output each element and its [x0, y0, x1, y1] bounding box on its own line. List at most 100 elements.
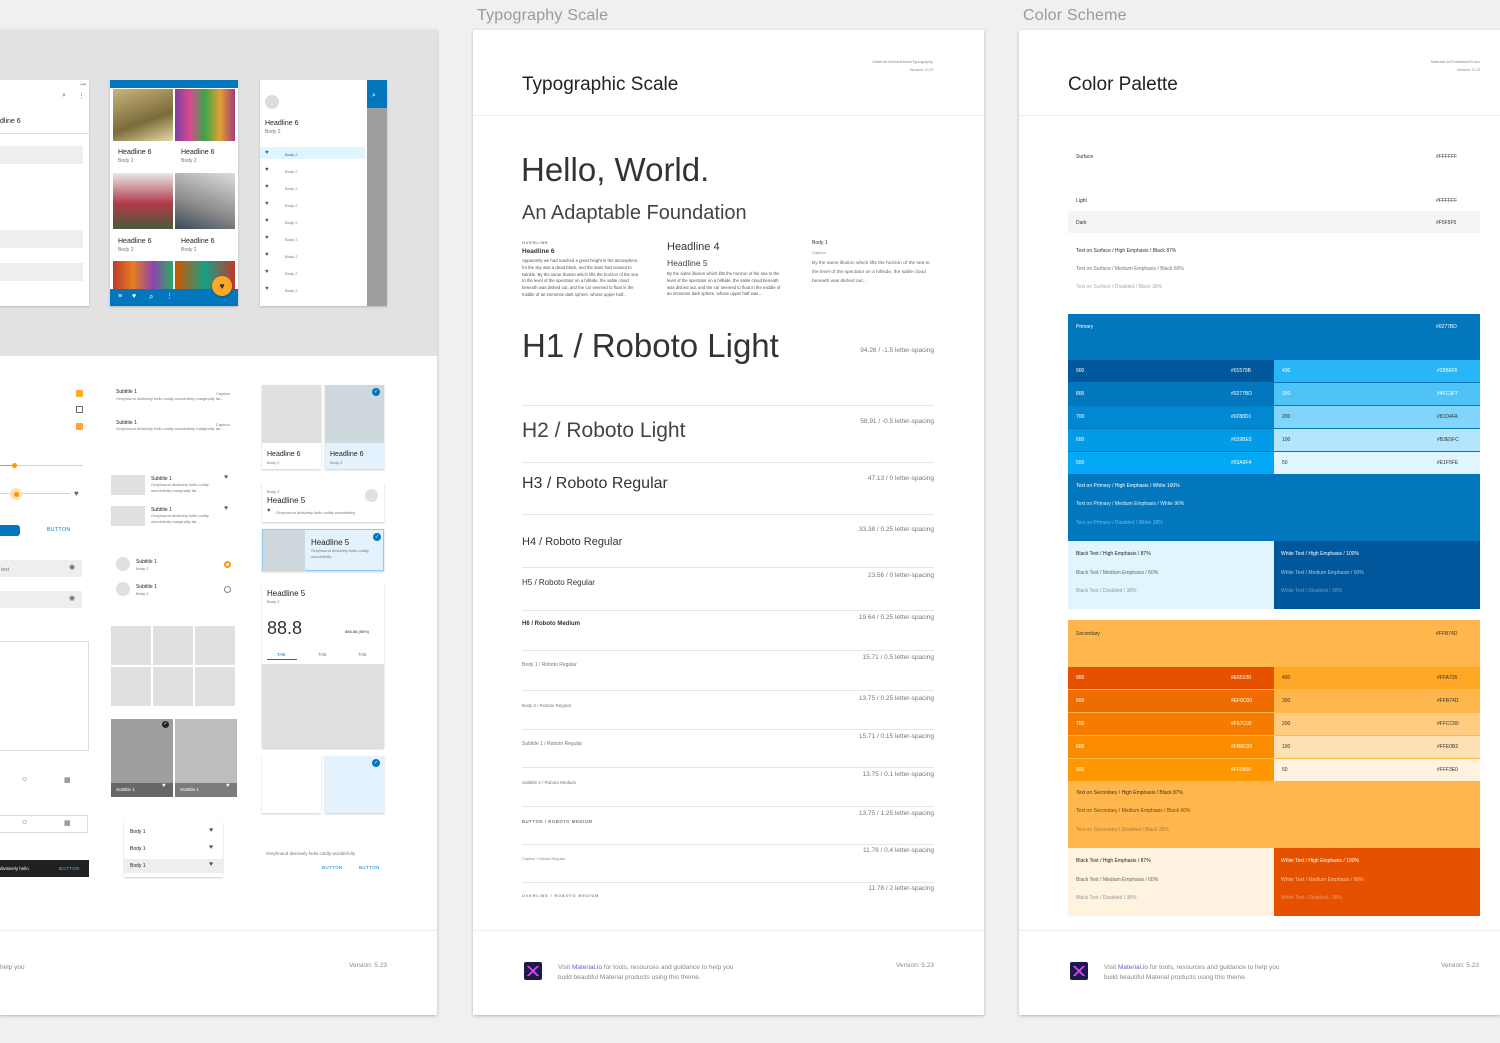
card-selected[interactable]: ✓ Headline 6 Body 2: [325, 385, 384, 469]
card-stat[interactable]: Headline 5 Body 2 88.8 888.88 (88%) TAB …: [262, 582, 384, 748]
heart-icon[interactable]: ♥: [209, 844, 213, 851]
image-placeholder[interactable]: [153, 667, 193, 706]
swatch-hex: #29B6F6: [1437, 368, 1458, 374]
footer-link[interactable]: Material.io: [1118, 964, 1148, 971]
drawer-item-label[interactable]: Body 2: [285, 237, 297, 242]
search-icon[interactable]: ⌕: [372, 92, 376, 100]
card-selected[interactable]: Headline 5 Greyhound divisively hello co…: [262, 529, 384, 571]
menu-item[interactable]: Body 1: [130, 829, 146, 835]
type-divider: [522, 767, 934, 768]
list-field[interactable]: [0, 230, 83, 248]
card[interactable]: [262, 756, 321, 813]
card[interactable]: Headline 6 Body 2: [262, 385, 321, 469]
grid-image[interactable]: [175, 173, 235, 229]
tab[interactable]: TAB: [358, 652, 366, 657]
heart-icon[interactable]: ♥: [132, 293, 136, 300]
eye-icon[interactable]: ◉: [69, 563, 75, 571]
menu-item[interactable]: Body 1: [130, 846, 146, 852]
fab-heart-icon[interactable]: ♥: [212, 276, 232, 296]
text-on-surface-disabled: Text on Surface / Disabled / Black 38%: [1076, 284, 1163, 290]
heart-icon[interactable]: ♥: [209, 827, 213, 834]
grid-image[interactable]: [113, 261, 173, 289]
grid-image[interactable]: [113, 89, 173, 141]
image-placeholder[interactable]: [195, 667, 235, 706]
calendar-icon[interactable]: ▦: [64, 819, 71, 827]
calendar-icon[interactable]: ▦: [64, 776, 71, 784]
type-divider: [522, 806, 934, 807]
image-placeholder[interactable]: [195, 626, 235, 665]
text-field-value: text: [1, 567, 10, 573]
drawer-item-label[interactable]: Body 2: [285, 169, 297, 174]
heart-icon[interactable]: ♥: [74, 489, 79, 498]
person-icon[interactable]: ☺: [21, 776, 28, 783]
list-field[interactable]: [0, 263, 83, 281]
image-placeholder[interactable]: [111, 667, 151, 706]
header-divider: [473, 115, 984, 116]
more-icon[interactable]: ⋮: [166, 292, 173, 300]
checkbox-unchecked[interactable]: [76, 406, 83, 413]
snackbar-action[interactable]: BUTTON: [59, 866, 80, 871]
check-icon[interactable]: ✓: [372, 388, 380, 396]
drawer-item-label[interactable]: Body 2: [285, 186, 297, 191]
drawer-item-label[interactable]: Body 2: [285, 152, 297, 157]
heart-icon[interactable]: ♥: [267, 508, 271, 514]
heart-icon[interactable]: ♥: [226, 783, 230, 789]
dialog-button[interactable]: BUTTON: [322, 865, 343, 870]
tab[interactable]: TAB: [318, 652, 326, 657]
card-body: Body 2: [267, 599, 280, 604]
grid-image[interactable]: [175, 89, 235, 141]
avatar: [365, 489, 378, 502]
dialog-button[interactable]: BUTTON: [359, 865, 380, 870]
drawer-item-label[interactable]: Body 2: [285, 220, 297, 225]
drawer-item-label[interactable]: Body 2: [285, 271, 297, 276]
text-area[interactable]: [0, 641, 89, 751]
check-icon[interactable]: ✓: [372, 759, 380, 767]
radio-unselected[interactable]: [224, 586, 231, 593]
slider-thumb[interactable]: [14, 492, 19, 497]
card-headline: Headline 6: [118, 149, 152, 156]
type-spacing: 58.91 / -0.5 letter-spacing: [860, 418, 934, 425]
heart-icon: ♥: [265, 269, 269, 275]
person-icon[interactable]: ☺: [21, 819, 28, 826]
heart-icon[interactable]: ♥: [224, 474, 228, 481]
segmented-control[interactable]: [0, 815, 88, 833]
white-text-disabled: White Text / Disabled / 38%: [1281, 895, 1343, 901]
eye-icon[interactable]: ◉: [69, 594, 75, 602]
list-field[interactable]: [0, 146, 83, 164]
drawer-item-label[interactable]: Body 2: [285, 254, 297, 259]
grid-image[interactable]: [113, 173, 173, 229]
text-button[interactable]: BUTTON: [47, 527, 70, 533]
card-selected[interactable]: ✓: [325, 756, 384, 813]
checkbox-checked[interactable]: [76, 390, 83, 397]
search-icon[interactable]: ⌕: [149, 292, 153, 302]
image-placeholder[interactable]: [153, 626, 193, 665]
checkbox-checked[interactable]: [76, 423, 83, 430]
footer-link[interactable]: Material.io: [572, 964, 602, 971]
search-icon[interactable]: ⌕: [62, 92, 66, 100]
heart-icon[interactable]: ♥: [224, 505, 228, 512]
heart-icon[interactable]: ♥: [209, 861, 213, 868]
type-divider: [522, 405, 934, 406]
contained-button[interactable]: [0, 525, 20, 536]
menu-icon[interactable]: ≡: [118, 293, 122, 300]
card[interactable]: Body 2 Headline 5 Greyhound divisively h…: [262, 483, 384, 522]
swatch-shade: 400: [1282, 675, 1291, 681]
type-spacing: 11.78 / 2 letter-spacing: [868, 885, 934, 892]
swatch-shade: 200: [1282, 721, 1291, 727]
drawer-item-selected[interactable]: [260, 147, 365, 159]
slider-thumb[interactable]: [12, 463, 17, 468]
image-caption: Subtitle 1: [116, 787, 135, 792]
primary-hex: #0277BD: [1436, 324, 1457, 330]
image-placeholder[interactable]: [111, 626, 151, 665]
drawer-item-label[interactable]: Body 2: [285, 288, 297, 293]
text-on-primary-medium: Text on Primary / Medium Emphasis / Whit…: [1076, 501, 1185, 507]
check-icon[interactable]: ✓: [373, 533, 381, 541]
heart-icon[interactable]: ♥: [162, 783, 166, 789]
typography-board: Typographic Scale Material.io/Guidelines…: [473, 30, 984, 1015]
more-icon[interactable]: ⋮: [78, 92, 85, 100]
check-icon[interactable]: ✓: [162, 721, 169, 728]
drawer-item-label[interactable]: Body 2: [285, 203, 297, 208]
radio-selected[interactable]: [224, 561, 231, 568]
tab[interactable]: TAB: [277, 652, 285, 657]
menu-item[interactable]: Body 1: [130, 863, 146, 869]
